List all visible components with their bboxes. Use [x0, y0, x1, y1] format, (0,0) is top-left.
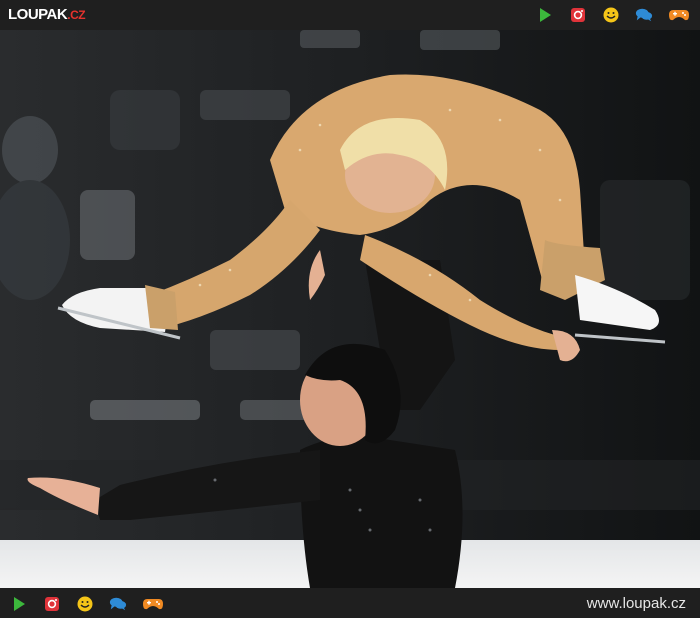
bottom-icon-row [10, 595, 164, 613]
logo-text: LOUPAK [8, 6, 68, 23]
instagram-icon[interactable] [569, 6, 587, 24]
instagram-icon[interactable] [43, 595, 61, 613]
chat-icon[interactable] [635, 6, 653, 24]
skaters-illustration [0, 30, 700, 588]
top-icon-row [536, 6, 690, 24]
site-url[interactable]: www.loupak.cz [587, 595, 686, 612]
chat-icon[interactable] [109, 595, 127, 613]
smiley-icon[interactable] [602, 6, 620, 24]
gamepad-icon[interactable] [142, 595, 164, 613]
smiley-icon[interactable] [76, 595, 94, 613]
bottom-bar: www.loupak.cz [0, 588, 700, 618]
play-icon[interactable] [10, 595, 28, 613]
photo-figure-skaters [0, 30, 700, 588]
play-icon[interactable] [536, 6, 554, 24]
site-logo[interactable]: LOUPAK.CZ [8, 6, 86, 23]
top-bar: LOUPAK.CZ [0, 0, 700, 30]
gamepad-icon[interactable] [668, 6, 690, 24]
logo-suffix: .CZ [67, 8, 86, 22]
